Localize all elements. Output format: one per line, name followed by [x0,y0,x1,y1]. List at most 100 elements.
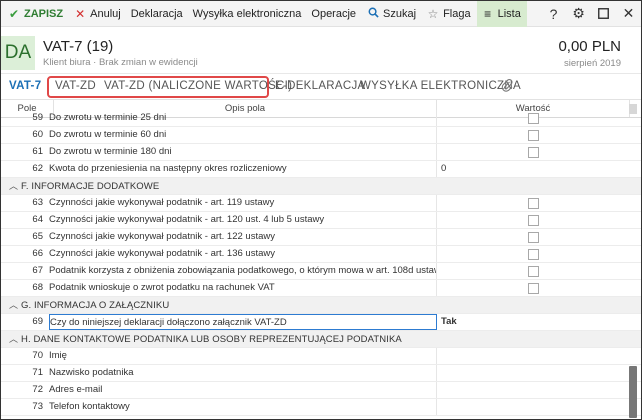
field-number: 70 [32,350,43,361]
field-number: 60 [32,129,43,140]
flag-button[interactable]: ☆ Flaga [422,1,477,27]
field-value[interactable]: Tak [437,314,630,330]
table-row[interactable]: 67 Podatnik korzysta z obniżenia zobowiąz… [1,263,641,280]
help-button[interactable]: ? [541,1,566,27]
field-value [437,280,630,296]
vertical-scrollbar[interactable] [629,104,637,418]
field-value[interactable] [437,399,630,415]
table-row[interactable]: 63 Czynności jakie wykonywał podatnik - a… [1,195,641,212]
table-row[interactable]: 62 Kwota do przeniesienia na następny okr… [1,161,641,178]
table-row[interactable]: 68 Podatnik wnioskuje o zwrot podatku na … [1,280,641,297]
save-button[interactable]: ✔ ZAPISZ [3,1,69,27]
window-controls: ? ⚙ ✕ [541,1,641,27]
cancel-label: Anuluj [90,7,121,20]
table-row[interactable]: 66 Czynności jakie wykonywał podatnik - a… [1,246,641,263]
field-description: Adres e-mail [49,382,437,398]
field-number: 59 [32,112,43,123]
search-icon [366,7,380,20]
checkbox[interactable] [528,215,539,226]
field-description: Kwota do przeniesienia na następny okres… [49,161,437,177]
field-value [437,229,630,245]
field-number: 62 [32,163,43,174]
field-value [437,144,630,160]
tab-vat-zd[interactable]: VAT-ZD [55,80,96,92]
field-value [437,110,630,126]
close-icon: ✕ [75,6,86,21]
field-description: Do zwrotu w terminie 25 dni [49,110,437,126]
checkbox[interactable] [528,266,539,277]
list-label: Lista [497,7,521,20]
avatar: DA [1,36,35,70]
section-header[interactable]: ︿ G. INFORMACJA O ZAŁĄCZNIKU [1,297,641,314]
field-description: Podatnik wnioskuje o zwrot podatku na ra… [49,280,437,296]
paperclip-icon[interactable] [501,78,513,95]
field-description: Czynności jakie wykonywał podatnik - art… [49,246,437,262]
table-row[interactable]: 64 Czynności jakie wykonywał podatnik - a… [1,212,641,229]
table-row[interactable]: 73 Telefon kontaktowy [1,399,641,416]
amount-value: 0,00 PLN [558,38,621,55]
field-value [437,246,630,262]
star-icon: ☆ [427,6,439,21]
section-title: ︿ H. DANE KONTAKTOWE PODATNIKA LUB OSOBY … [1,331,402,347]
settings-button[interactable]: ⚙ [566,1,591,27]
field-number: 64 [32,214,43,225]
chevron-up-icon[interactable]: ︿ [9,178,21,194]
section-title: ︿ F. INFORMACJE DODATKOWE [1,178,159,194]
tab-electronic-send[interactable]: WYSYŁKA ELEKTRONICZNA [360,80,521,92]
tab-e-declaration[interactable]: E-DEKLARACJA [275,80,366,92]
operations-label: Operacje [311,7,357,20]
declaration-button[interactable]: Deklaracja [127,1,189,27]
period-label: sierpień 2019 [563,58,621,69]
list-icon: ≡ [484,6,492,21]
checkbox[interactable] [528,249,539,260]
field-value[interactable] [437,382,630,398]
operations-button[interactable]: Operacje [307,1,362,27]
tab-vat-zd-calculated[interactable]: VAT-ZD (NALICZONE WARTOŚCI) [104,80,292,92]
table-row[interactable]: 65 Czynności jakie wykonywał podatnik - a… [1,229,641,246]
chevron-up-icon[interactable]: ︿ [9,297,21,313]
field-description: Czy do niniejszej deklaracji dołączono z… [49,314,437,330]
search-button[interactable]: Szukaj [362,1,422,27]
section-label: F. INFORMACJE DODATKOWE [21,181,160,192]
section-label: G. INFORMACJA O ZAŁĄCZNIKU [21,300,170,311]
field-value[interactable]: 0 [437,161,630,177]
table-row[interactable]: 70 Imię [1,348,641,365]
section-title: ︿ G. INFORMACJA O ZAŁĄCZNIKU [1,297,169,313]
section-header[interactable]: ︿ F. INFORMACJE DODATKOWE [1,178,641,195]
chevron-up-icon[interactable]: ︿ [9,331,21,347]
table-row[interactable]: 72 Adres e-mail [1,382,641,399]
document-subtitle: Klient biura · Brak zmian w ewidencji [43,57,198,68]
table-row[interactable]: 69 Czy do niniejszej deklaracji dołączono… [1,314,641,331]
page-title: VAT-7 (19) [43,38,114,55]
cancel-button[interactable]: ✕ Anuluj [69,1,127,27]
table-row[interactable]: 71 Nazwisko podatnika [1,365,641,382]
checkbox[interactable] [528,232,539,243]
field-value [437,212,630,228]
field-value[interactable] [437,365,630,381]
checkbox[interactable] [528,113,539,124]
toolbar: ✔ ZAPISZ ✕ Anuluj Deklaracja Wysyłka ele… [1,1,641,27]
section-header[interactable]: ︿ H. DANE KONTAKTOWE PODATNIKA LUB OSOBY … [1,331,641,348]
close-window-button[interactable]: ✕ [616,1,641,27]
maximize-button[interactable] [591,1,616,27]
table-row[interactable]: 60 Do zwrotu w terminie 60 dni [1,127,641,144]
checkbox[interactable] [528,283,539,294]
scrollbar-thumb[interactable] [629,366,637,418]
close-icon: ✕ [622,5,635,21]
field-description: Do zwrotu w terminie 60 dni [49,127,437,143]
check-icon: ✔ [8,6,20,21]
field-number: 69 [32,316,43,327]
table-row[interactable]: 59 Do zwrotu w terminie 25 dni [1,110,641,127]
field-description: Podatnik korzysta z obniżenia zobowiązan… [49,263,437,279]
list-button[interactable]: ≡ Lista [476,1,527,27]
field-value[interactable] [437,348,630,364]
table-row[interactable]: 61 Do zwrotu w terminie 180 dni [1,144,641,161]
checkbox[interactable] [528,198,539,209]
send-electronic-button[interactable]: Wysyłka elektroniczna [189,1,308,27]
search-label: Szukaj [383,7,417,20]
checkbox[interactable] [528,130,539,141]
tab-vat7[interactable]: VAT-7 [9,80,41,92]
field-number: 72 [32,384,43,395]
checkbox[interactable] [528,147,539,158]
field-number: 61 [32,146,43,157]
